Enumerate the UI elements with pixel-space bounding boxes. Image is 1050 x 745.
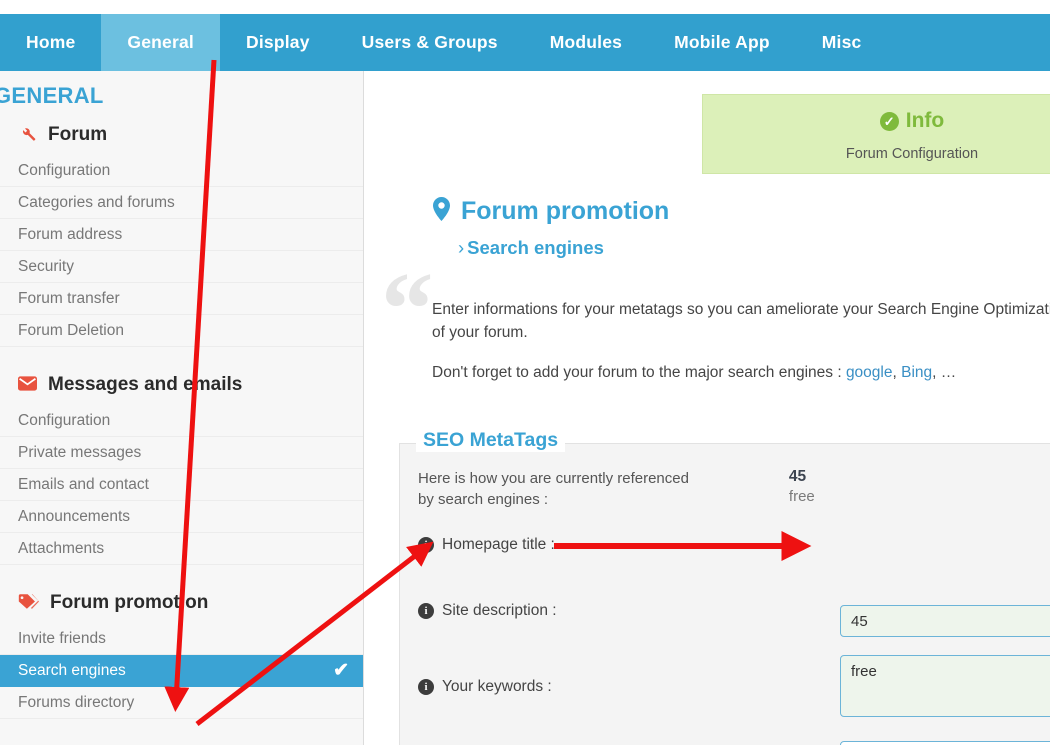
- main-navigation-bar: Home General Display Users & Groups Modu…: [0, 14, 1050, 71]
- wrench-icon: [18, 124, 37, 146]
- sidebar-item-label: Search engines: [18, 661, 126, 679]
- sidebar-item-label: Categories and forums: [18, 193, 175, 211]
- homepage-title-row: i Homepage title :: [400, 536, 1050, 554]
- info-icon[interactable]: i: [418, 603, 434, 619]
- sidebar-item-label: Announcements: [18, 507, 131, 525]
- sidebar-item-msg-configuration[interactable]: Configuration: [0, 405, 363, 437]
- sidebar-item-label: Forum address: [18, 225, 123, 243]
- intro-line-2: your forum.: [449, 324, 528, 341]
- sidebar-group-forum-promotion: Forum promotion: [0, 583, 363, 623]
- sidebar-item-label: Configuration: [18, 411, 111, 429]
- seo-metatags-fieldset: SEO MetaTags Here is how you are current…: [399, 429, 1050, 745]
- sidebar-item-configuration[interactable]: Configuration: [0, 155, 363, 187]
- page-subtitle-text: Search engines: [467, 237, 604, 258]
- keywords-input[interactable]: [840, 741, 1050, 745]
- keywords-label: i Your keywords :: [418, 678, 790, 696]
- homepage-title-input[interactable]: [840, 605, 1050, 637]
- site-description-label-text: Site description :: [442, 602, 557, 619]
- sidebar-group-label: Forum promotion: [50, 592, 209, 613]
- info-icon[interactable]: i: [418, 679, 434, 695]
- nav-item-home[interactable]: Home: [0, 14, 101, 71]
- intro-paragraph-2: Don't forget to add your forum to the ma…: [432, 364, 1050, 382]
- sidebar-item-emails-and-contact[interactable]: Emails and contact: [0, 469, 363, 501]
- sidebar-item-security[interactable]: Security: [0, 251, 363, 283]
- page-title: Forum promotion: [433, 197, 669, 226]
- sidebar-group-label: Messages and emails: [48, 374, 243, 395]
- sidebar-item-label: Forum Deletion: [18, 321, 124, 339]
- intro-line-3-prefix: Don't forget to add your forum to the ma…: [432, 364, 846, 381]
- sidebar-group-messages-and-emails: Messages and emails: [0, 365, 363, 405]
- intro-paragraph-1: Enter informations for your metatags so …: [432, 298, 1050, 344]
- nav-item-misc[interactable]: Misc: [796, 14, 888, 71]
- intro-line-3-suffix: , …: [932, 364, 957, 381]
- sidebar-item-private-messages[interactable]: Private messages: [0, 437, 363, 469]
- homepage-title-label: i Homepage title :: [418, 536, 790, 554]
- page-subtitle: › Search engines: [458, 237, 604, 259]
- nav-item-users-groups[interactable]: Users & Groups: [336, 14, 524, 71]
- sidebar-item-categories-and-forums[interactable]: Categories and forums: [0, 187, 363, 219]
- sidebar-item-announcements[interactable]: Announcements: [0, 501, 363, 533]
- reference-value-title: 45: [788, 468, 807, 485]
- sidebar-group-forum: Forum: [0, 115, 363, 155]
- quote-mark-icon: “: [381, 250, 434, 367]
- site-description-label: i Site description :: [418, 602, 790, 620]
- reference-label-line1: Here is how you are currently referenced: [418, 470, 689, 487]
- sidebar-group-label: Forum: [48, 124, 108, 145]
- info-banner-title-row: ✓ Info: [703, 109, 1050, 133]
- sidebar-item-forum-transfer[interactable]: Forum transfer: [0, 283, 363, 315]
- page-root: Home General Display Users & Groups Modu…: [0, 0, 1050, 745]
- main-content: ✓ Info Forum Configuration Forum promoti…: [365, 71, 1050, 745]
- site-description-textarea[interactable]: [840, 655, 1050, 717]
- intro-comma: ,: [892, 364, 902, 381]
- nav-item-modules[interactable]: Modules: [524, 14, 648, 71]
- info-icon[interactable]: i: [418, 537, 434, 553]
- info-banner: ✓ Info Forum Configuration: [702, 94, 1050, 174]
- sidebar-item-label: Configuration: [18, 161, 111, 179]
- link-bing[interactable]: Bing: [901, 364, 932, 381]
- sidebar: GENERAL Forum Configuration Categories a…: [0, 71, 364, 745]
- sidebar-item-search-engines[interactable]: Search engines ✔: [0, 655, 363, 687]
- nav-item-general[interactable]: General: [101, 14, 220, 71]
- checkmark-icon: ✔: [333, 660, 349, 681]
- check-circle-icon: ✓: [879, 111, 899, 131]
- info-banner-title: Info: [905, 109, 945, 132]
- keywords-label-text: Your keywords :: [442, 678, 552, 695]
- sidebar-item-label: Security: [18, 257, 74, 275]
- sidebar-item-label: Private messages: [18, 443, 142, 461]
- sidebar-item-label: Emails and contact: [18, 475, 149, 493]
- reference-row: Here is how you are currently referenced…: [400, 468, 1050, 510]
- nav-item-display[interactable]: Display: [220, 14, 336, 71]
- sidebar-item-forums-directory[interactable]: Forums directory: [0, 687, 363, 719]
- chevron-right-icon: ›: [458, 237, 465, 258]
- sidebar-item-forum-deletion[interactable]: Forum Deletion: [0, 315, 363, 347]
- nav-item-mobile-app[interactable]: Mobile App: [648, 14, 796, 71]
- tag-icon: [18, 593, 39, 613]
- sidebar-item-label: Attachments: [18, 539, 105, 557]
- sidebar-item-invite-friends[interactable]: Invite friends: [0, 623, 363, 655]
- sidebar-item-label: Invite friends: [18, 629, 106, 647]
- envelope-icon: [18, 376, 37, 394]
- sidebar-item-attachments[interactable]: Attachments: [0, 533, 363, 565]
- reference-label-line2: by search engines :: [418, 491, 549, 508]
- sidebar-item-label: Forum transfer: [18, 289, 120, 307]
- link-google[interactable]: google: [846, 364, 893, 381]
- sidebar-title: GENERAL: [0, 83, 104, 108]
- sidebar-item-label: Forums directory: [18, 693, 135, 711]
- reference-value-description: free: [788, 488, 815, 505]
- sidebar-item-forum-address[interactable]: Forum address: [0, 219, 363, 251]
- page-title-text: Forum promotion: [461, 197, 670, 225]
- homepage-title-label-text: Homepage title :: [442, 536, 555, 553]
- info-banner-text: Forum Configuration: [845, 146, 979, 162]
- location-pin-icon: [433, 197, 450, 226]
